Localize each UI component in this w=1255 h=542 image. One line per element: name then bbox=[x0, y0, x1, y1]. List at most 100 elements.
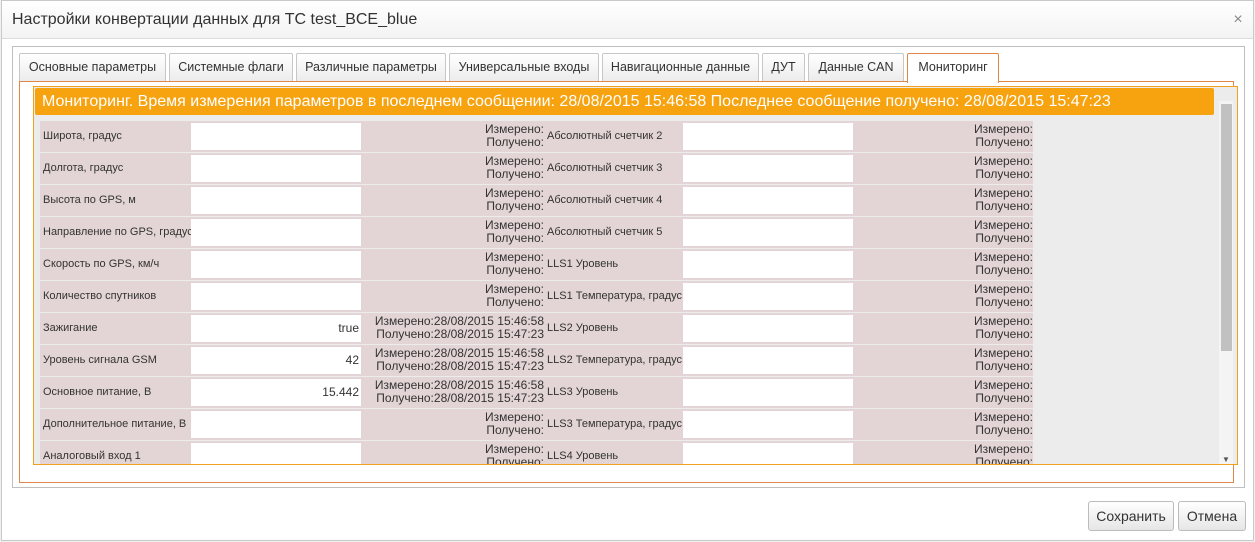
param-value[interactable] bbox=[683, 219, 853, 246]
monitor-row: Уровень сигнала GSM 42 Измерено:28/08/2015… bbox=[40, 345, 1040, 376]
received-label: Получено: bbox=[486, 263, 544, 277]
received-line: Получено: bbox=[364, 264, 544, 277]
received-label: Получено: bbox=[975, 359, 1033, 373]
received-label: Получено: bbox=[975, 455, 1033, 465]
timestamps: Измерено: Получено: bbox=[853, 249, 1033, 280]
scrollbar-thumb[interactable] bbox=[1221, 104, 1232, 351]
timestamps: Измерено: Получено: bbox=[364, 281, 544, 312]
received-line: Получено: bbox=[364, 424, 544, 437]
param-value[interactable] bbox=[683, 443, 853, 464]
scroll-down-icon[interactable]: ▼ bbox=[1220, 455, 1232, 464]
param-value[interactable] bbox=[683, 283, 853, 310]
measured-label: Измерено: bbox=[484, 186, 544, 200]
measured-label: Измерено: bbox=[484, 218, 544, 232]
param-value[interactable]: 42 bbox=[191, 347, 361, 374]
measured-label: Измерено: bbox=[484, 250, 544, 264]
param-label: Основное питание, В bbox=[40, 377, 191, 408]
param-value[interactable] bbox=[191, 283, 361, 310]
param-value[interactable] bbox=[683, 347, 853, 374]
monitor-row: Количество спутников Измерено: Получено: LL… bbox=[40, 281, 1040, 312]
timestamps: Измерено: Получено: bbox=[853, 185, 1033, 216]
param-value[interactable] bbox=[683, 315, 853, 342]
received-line: Получено:28/08/2015 15:47:23 bbox=[364, 392, 544, 405]
param-value[interactable] bbox=[191, 411, 361, 438]
tab-system-flags[interactable]: Системные флаги bbox=[169, 53, 293, 81]
received-label: Получено: bbox=[975, 231, 1033, 245]
monitor-row: Направление по GPS, градус Измерено: Получ… bbox=[40, 217, 1040, 248]
monitor-row: Долгота, градус Измерено: Получено: Абсолют… bbox=[40, 153, 1040, 184]
timestamps: Измерено:28/08/2015 15:46:58 Получено:28/… bbox=[364, 313, 544, 344]
monitor-row: Основное питание, В 15.442 Измерено:28/08/… bbox=[40, 377, 1040, 408]
timestamps: Измерено: Получено: bbox=[364, 185, 544, 216]
received-label: Получено: bbox=[486, 423, 544, 437]
received-line: Получено:28/08/2015 15:47:23 bbox=[364, 360, 544, 373]
monitoring-panel: Мониторинг. Время измерения параметров в… bbox=[33, 86, 1238, 465]
param-label: LLS3 Уровень bbox=[544, 377, 683, 408]
param-label: Уровень сигнала GSM bbox=[40, 345, 191, 376]
param-value[interactable] bbox=[683, 411, 853, 438]
dialog-header: Настройки конвертации данных для ТС test… bbox=[2, 1, 1253, 39]
param-label: Широта, градус bbox=[40, 121, 191, 152]
received-value: 28/08/2015 15:47:23 bbox=[433, 391, 544, 405]
timestamps: Измерено: Получено: bbox=[853, 441, 1033, 465]
timestamps: Измерено: Получено: bbox=[853, 153, 1033, 184]
received-label: Получено: bbox=[376, 391, 434, 405]
received-label: Получено: bbox=[975, 295, 1033, 309]
monitor-row: Зажигание true Измерено:28/08/2015 15:46:5… bbox=[40, 313, 1040, 344]
timestamps: Измерено: Получено: bbox=[853, 217, 1033, 248]
save-button[interactable]: Сохранить bbox=[1088, 501, 1174, 531]
param-value[interactable] bbox=[683, 155, 853, 182]
param-value[interactable] bbox=[683, 123, 853, 150]
cancel-button[interactable]: Отмена bbox=[1178, 501, 1246, 531]
param-value[interactable]: true bbox=[191, 315, 361, 342]
param-value[interactable] bbox=[191, 123, 361, 150]
measured-value: 28/08/2015 15:46:58 bbox=[433, 314, 544, 328]
param-value[interactable] bbox=[191, 219, 361, 246]
param-value[interactable] bbox=[683, 187, 853, 214]
tab-main-params[interactable]: Основные параметры bbox=[19, 53, 166, 81]
param-value[interactable] bbox=[191, 155, 361, 182]
tab-can-data[interactable]: Данные CAN bbox=[808, 53, 904, 81]
tab-fuel-sensors[interactable]: ДУТ bbox=[762, 53, 805, 81]
received-label: Получено: bbox=[376, 327, 434, 341]
close-icon[interactable]: × bbox=[1231, 12, 1245, 28]
param-label: Количество спутников bbox=[40, 281, 191, 312]
param-value[interactable] bbox=[683, 379, 853, 406]
param-value[interactable] bbox=[191, 251, 361, 278]
tab-universal-inputs[interactable]: Универсальные входы bbox=[449, 53, 599, 81]
monitor-row: Скорость по GPS, км/ч Измерено: Получено: L… bbox=[40, 249, 1040, 280]
measured-value: 28/08/2015 15:46:58 bbox=[433, 378, 544, 392]
param-value[interactable] bbox=[683, 251, 853, 278]
tab-navigation-data[interactable]: Навигационные данные bbox=[602, 53, 759, 81]
received-value: 28/08/2015 15:47:23 bbox=[433, 327, 544, 341]
dialog-title: Настройки конвертации данных для ТС test… bbox=[12, 11, 418, 28]
param-label: Скорость по GPS, км/ч bbox=[40, 249, 191, 280]
measured-label: Измерено: bbox=[484, 282, 544, 296]
param-label: LLS1 Уровень bbox=[544, 249, 683, 280]
param-label: Абсолютный счетчик 5 bbox=[544, 217, 683, 248]
param-value[interactable] bbox=[191, 187, 361, 214]
received-label: Получено: bbox=[486, 231, 544, 245]
received-line: Получено: bbox=[364, 200, 544, 213]
measured-label: Измерено: bbox=[484, 122, 544, 136]
received-line: Получено: bbox=[364, 136, 544, 149]
param-label: Аналоговый вход 1 bbox=[40, 441, 191, 464]
param-value[interactable] bbox=[191, 443, 361, 464]
received-label: Получено: bbox=[486, 455, 544, 465]
timestamps: Измерено: Получено: bbox=[364, 249, 544, 280]
timestamps: Измерено:28/08/2015 15:46:58 Получено:28/… bbox=[364, 377, 544, 408]
settings-dialog: Настройки конвертации данных для ТС test… bbox=[1, 0, 1254, 541]
scrollbar[interactable]: ▼ bbox=[1219, 101, 1233, 464]
measured-label: Измерено: bbox=[374, 314, 434, 328]
received-label: Получено: bbox=[975, 327, 1033, 341]
received-label: Получено: bbox=[486, 167, 544, 181]
timestamps: Измерено: Получено: bbox=[364, 409, 544, 440]
timestamps: Измерено: Получено: bbox=[364, 153, 544, 184]
timestamps: Измерено:28/08/2015 15:46:58 Получено:28/… bbox=[364, 345, 544, 376]
param-value[interactable]: 15.442 bbox=[191, 379, 361, 406]
tab-monitoring[interactable]: Мониторинг bbox=[907, 53, 999, 83]
param-label: LLS1 Температура, градус bbox=[544, 281, 683, 312]
tab-misc-params[interactable]: Различные параметры bbox=[296, 53, 446, 81]
timestamps: Измерено: Получено: bbox=[364, 217, 544, 248]
monitoring-grid: Широта, градус Измерено: Получено: Абсолютн… bbox=[40, 121, 1215, 465]
